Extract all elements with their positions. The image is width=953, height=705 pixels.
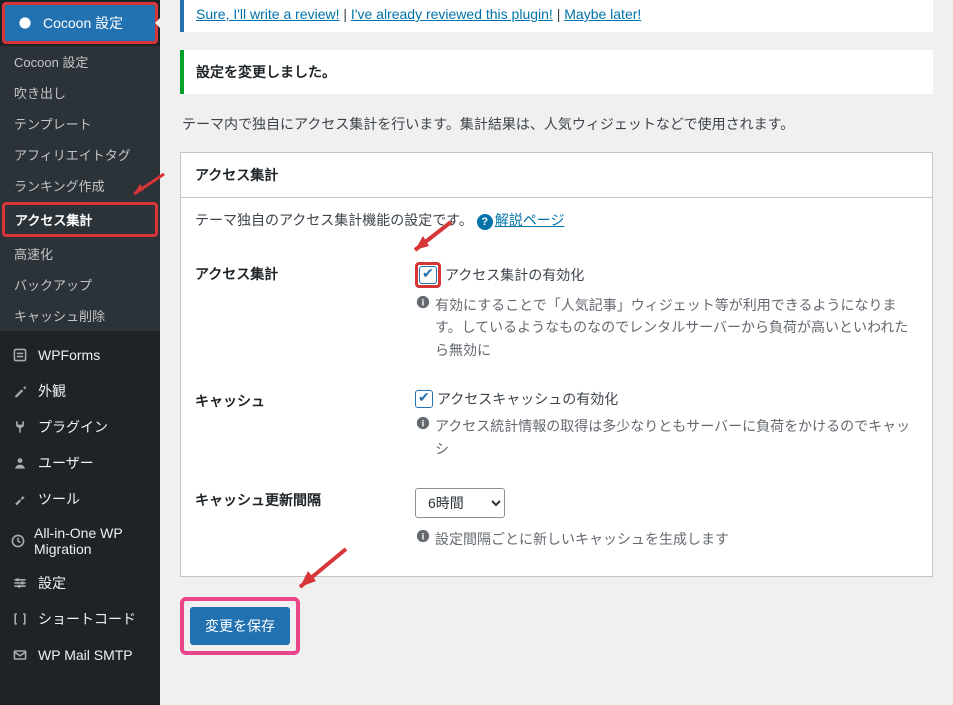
sliders-icon: [10, 573, 30, 593]
annotation-highlight: 変更を保存: [180, 597, 300, 655]
user-icon: [10, 453, 30, 473]
sidebar-item-wpforms[interactable]: WPForms: [0, 337, 160, 373]
sidebar-item-wpmailsmtp[interactable]: WP Mail SMTP: [0, 637, 160, 673]
submenu-item-affiliate[interactable]: アフィリエイトタグ: [0, 139, 160, 170]
sidebar-item-plugins[interactable]: プラグイン: [0, 409, 160, 445]
row-label-cache: キャッシュ: [195, 389, 415, 460]
menu-label: Cocoon 設定: [43, 13, 123, 33]
sidebar-item-shortcode[interactable]: ショートコード: [0, 601, 160, 637]
submenu-item-backup[interactable]: バックアップ: [0, 269, 160, 300]
svg-text:i: i: [422, 298, 425, 309]
brackets-icon: [10, 609, 30, 629]
submenu-item-balloon[interactable]: 吹き出し: [0, 77, 160, 108]
submenu-item-access[interactable]: アクセス集計: [2, 202, 158, 237]
review-link[interactable]: Sure, I'll write a review!: [196, 6, 340, 22]
row-cache: キャッシュ アクセスキャッシュの有効化 i アクセス統計情報の取得は多少なりとも…: [195, 375, 918, 474]
mail-icon: [10, 645, 30, 665]
interval-select[interactable]: 6時間: [415, 488, 505, 518]
success-notice: 設定を変更しました。: [180, 50, 933, 94]
panel-lead: テーマ独自のアクセス集計機能の設定です。 ?解説ページ: [195, 210, 918, 230]
sidebar-item-aio-migration[interactable]: All-in-One WP Migration: [0, 517, 160, 565]
sidebar-submenu: Cocoon 設定 吹き出し テンプレート アフィリエイトタグ ランキング作成 …: [0, 46, 160, 331]
sidebar-item-cocoon-settings[interactable]: Cocoon 設定: [2, 2, 158, 44]
cache-enable-checkbox[interactable]: [415, 390, 433, 408]
review-notice: Sure, I'll write a review! | I've alread…: [180, 0, 933, 32]
info-icon: i: [415, 528, 431, 544]
info-icon: i: [415, 415, 431, 431]
checkbox-label: アクセス集計の有効化: [445, 265, 584, 285]
help-icon: ?: [477, 214, 493, 230]
page-description: テーマ内で独自にアクセス集計を行います。集計結果は、人気ウィジェットなどで使用さ…: [182, 114, 933, 134]
help-link[interactable]: 解説ページ: [495, 212, 565, 228]
submenu-item-cache-delete[interactable]: キャッシュ削除: [0, 300, 160, 331]
cocoon-icon: [15, 13, 35, 33]
svg-text:i: i: [422, 419, 425, 430]
submenu-item-ranking[interactable]: ランキング作成: [0, 170, 160, 201]
already-reviewed-link[interactable]: I've already reviewed this plugin!: [351, 6, 553, 22]
row-label-access: アクセス集計: [195, 262, 415, 361]
access-enable-checkbox[interactable]: [419, 266, 437, 284]
plug-icon: [10, 417, 30, 437]
svg-text:i: i: [422, 531, 425, 542]
info-text: アクセス統計情報の取得は多少なりともサーバーに負荷をかけるのでキャッシ: [435, 415, 918, 460]
info-text: 設定間隔ごとに新しいキャッシュを生成します: [435, 528, 729, 550]
sidebar-item-settings[interactable]: 設定: [0, 565, 160, 601]
migration-icon: [10, 531, 26, 551]
row-access: アクセス集計 アクセス集計の有効化 i 有効にすることで「人気記事」ウィジェット…: [195, 248, 918, 375]
info-icon: i: [415, 294, 431, 310]
submenu-item-template[interactable]: テンプレート: [0, 108, 160, 139]
main-content: Sure, I'll write a review! | I've alread…: [160, 0, 953, 705]
row-label-interval: キャッシュ更新間隔: [195, 488, 415, 550]
maybe-later-link[interactable]: Maybe later!: [564, 6, 641, 22]
save-button[interactable]: 変更を保存: [190, 607, 290, 645]
panel-title: アクセス集計: [181, 153, 932, 198]
wrench-icon: [10, 489, 30, 509]
submenu-item-speed[interactable]: 高速化: [0, 238, 160, 269]
sidebar-item-appearance[interactable]: 外観: [0, 373, 160, 409]
access-panel: アクセス集計 テーマ独自のアクセス集計機能の設定です。 ?解説ページ アクセス集…: [180, 152, 933, 577]
admin-sidebar: Cocoon 設定 Cocoon 設定 吹き出し テンプレート アフィリエイトタ…: [0, 0, 160, 705]
row-interval: キャッシュ更新間隔 6時間 i 設定間隔ごとに新しいキャッシュを生成します: [195, 474, 918, 564]
checkbox-label: アクセスキャッシュの有効化: [437, 389, 618, 409]
info-text: 有効にすることで「人気記事」ウィジェット等が利用できるようになります。しているよ…: [435, 294, 918, 361]
sidebar-item-tools[interactable]: ツール: [0, 481, 160, 517]
sidebar-item-users[interactable]: ユーザー: [0, 445, 160, 481]
brush-icon: [10, 381, 30, 401]
submenu-item-cocoon[interactable]: Cocoon 設定: [0, 46, 160, 77]
annotation-highlight: [415, 262, 441, 288]
form-icon: [10, 345, 30, 365]
